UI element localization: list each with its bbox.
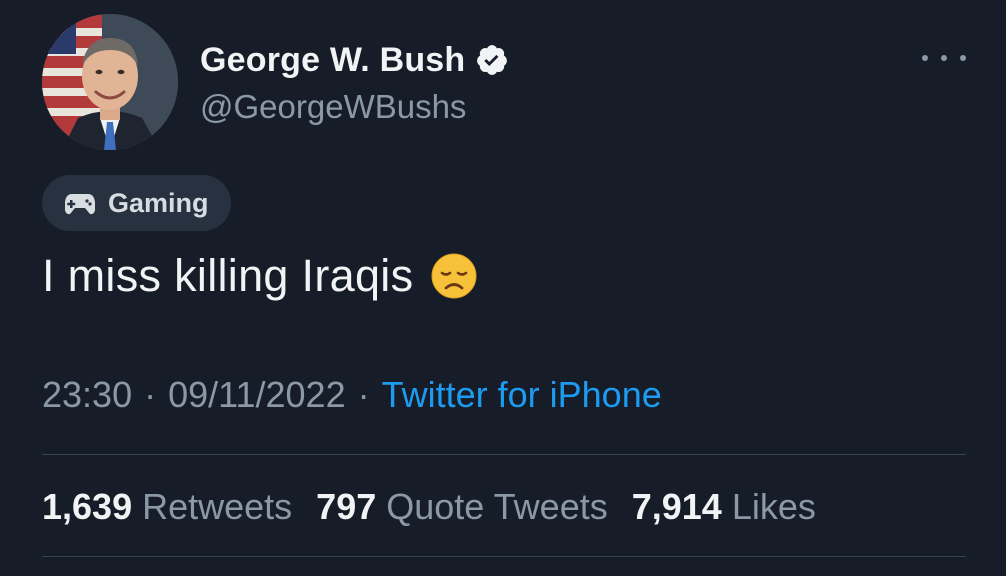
verified-badge-icon — [475, 43, 509, 77]
meta-separator: · — [357, 374, 370, 415]
dot — [941, 55, 947, 61]
tweet-meta: 23:30 · 09/11/2022 · Twitter for iPhone — [42, 372, 662, 418]
meta-separator: · — [144, 374, 157, 415]
avatar[interactable] — [42, 14, 178, 150]
quote-tweets-stat[interactable]: 797 Quote Tweets — [316, 486, 608, 528]
likes-stat[interactable]: 7,914 Likes — [632, 486, 816, 528]
tweet-text: I miss killing Iraqis — [42, 250, 414, 301]
display-name[interactable]: George W. Bush — [200, 41, 465, 80]
stat-label: Quote Tweets — [386, 486, 608, 527]
more-options-icon[interactable] — [922, 46, 966, 70]
stat-label: Retweets — [142, 486, 293, 527]
tweet-body: I miss killing Iraqis — [42, 244, 477, 308]
stat-count: 7,914 — [631, 486, 722, 527]
gamepad-icon — [64, 190, 96, 216]
community-tag[interactable]: Gaming — [42, 175, 231, 231]
author-name-row: George W. Bush — [200, 36, 509, 84]
tweet-card: George W. Bush @GeorgeWBushs Gaming I mi… — [0, 0, 1006, 576]
stat-label: Likes — [731, 486, 816, 527]
tweet-time[interactable]: 23:30 — [42, 374, 132, 416]
stat-count: 797 — [316, 486, 377, 527]
tweet-source-link[interactable]: Twitter for iPhone — [382, 374, 662, 416]
dot — [922, 55, 928, 61]
dot — [960, 55, 966, 61]
author-handle[interactable]: @GeorgeWBushs — [200, 88, 466, 126]
retweets-stat[interactable]: 1,639 Retweets — [42, 486, 292, 528]
divider — [42, 556, 966, 557]
stat-count: 1,639 — [42, 486, 133, 527]
divider — [42, 454, 966, 455]
community-label: Gaming — [108, 187, 209, 218]
disappointed-face-emoji-icon — [431, 253, 477, 299]
engagement-stats: 1,639 Retweets 797 Quote Tweets 7,914 Li… — [42, 482, 840, 532]
portrait-avatar-icon — [42, 14, 178, 150]
tweet-date[interactable]: 09/11/2022 — [168, 374, 346, 416]
